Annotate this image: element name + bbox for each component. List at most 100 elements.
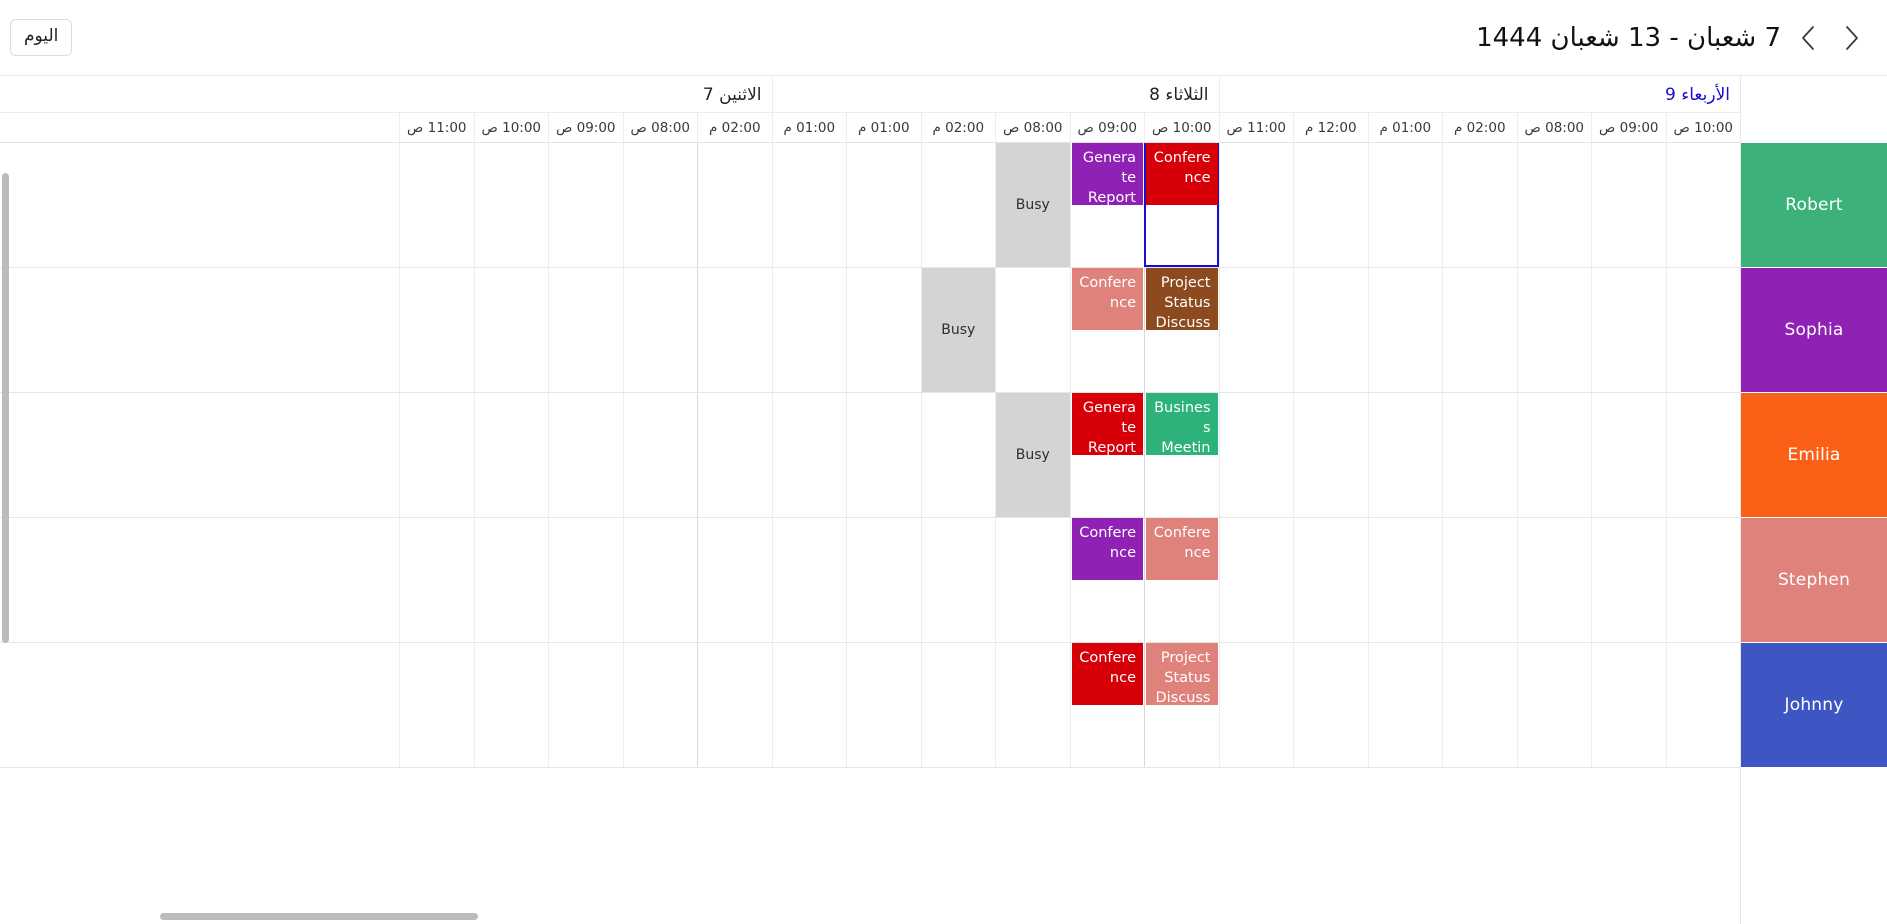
- time-cell[interactable]: [1218, 143, 1294, 267]
- time-cell[interactable]: [697, 268, 772, 392]
- time-cell[interactable]: [1367, 393, 1443, 517]
- today-button[interactable]: اليوم: [10, 19, 73, 56]
- time-cell[interactable]: [1516, 643, 1592, 767]
- day-header[interactable]: الاثنين 7: [325, 76, 772, 113]
- calendar-event[interactable]: Conference: [1071, 643, 1143, 705]
- time-cell[interactable]: [473, 643, 549, 767]
- time-cell[interactable]: [1293, 393, 1368, 517]
- time-slot-header[interactable]: 09:00 ص: [548, 113, 623, 143]
- calendar-event[interactable]: Conference: [1071, 518, 1143, 580]
- time-cell[interactable]: [1442, 143, 1517, 267]
- time-cell[interactable]: Conference: [1144, 518, 1219, 642]
- time-slot-header[interactable]: 12:00 م: [1293, 113, 1368, 143]
- time-cell[interactable]: [771, 143, 847, 267]
- time-cell[interactable]: [399, 268, 474, 392]
- time-cell[interactable]: [697, 393, 772, 517]
- time-cell[interactable]: [473, 393, 549, 517]
- day-header[interactable]: الأربعاء 9: [1218, 76, 1741, 113]
- time-cell[interactable]: [1218, 393, 1294, 517]
- time-cell[interactable]: [920, 518, 996, 642]
- calendar-event[interactable]: Business Meeting: [1146, 393, 1218, 455]
- time-cell[interactable]: [1293, 643, 1368, 767]
- time-cell[interactable]: [920, 643, 996, 767]
- time-slot-header[interactable]: 11:00 ص: [1218, 113, 1294, 143]
- time-cell[interactable]: [1665, 393, 1741, 517]
- time-cell[interactable]: [1591, 518, 1666, 642]
- time-cell[interactable]: [548, 143, 623, 267]
- day-header[interactable]: الثلاثاء 8: [771, 76, 1219, 113]
- time-cell[interactable]: Generate Report: [1069, 143, 1145, 267]
- time-cell[interactable]: [622, 268, 698, 392]
- time-cell[interactable]: [399, 143, 474, 267]
- time-cell[interactable]: [548, 393, 623, 517]
- calendar-event[interactable]: Conference: [1071, 268, 1143, 330]
- time-cell[interactable]: [1665, 518, 1741, 642]
- time-cell[interactable]: [771, 393, 847, 517]
- time-cell[interactable]: [1516, 393, 1592, 517]
- time-cell[interactable]: [920, 393, 996, 517]
- time-slot-header[interactable]: 02:00 م: [920, 113, 996, 143]
- time-slot-header[interactable]: 10:00 ص: [473, 113, 549, 143]
- resource-cell[interactable]: Sophia: [1741, 268, 1887, 393]
- time-cell[interactable]: Project Status Discussion: [1144, 643, 1219, 767]
- time-slot-header[interactable]: 01:00 م: [1367, 113, 1443, 143]
- time-cell[interactable]: [697, 518, 772, 642]
- time-cell[interactable]: [846, 393, 921, 517]
- time-cell[interactable]: Conference: [1069, 518, 1145, 642]
- time-cell[interactable]: [622, 643, 698, 767]
- time-cell[interactable]: [771, 643, 847, 767]
- time-cell[interactable]: [1516, 143, 1592, 267]
- time-cell[interactable]: [1218, 518, 1294, 642]
- time-cell[interactable]: [1442, 518, 1517, 642]
- time-slot-header[interactable]: 08:00 ص: [1516, 113, 1592, 143]
- time-slot-header[interactable]: 08:00 ص: [995, 113, 1070, 143]
- time-slot-header[interactable]: 08:00 ص: [622, 113, 698, 143]
- time-cell[interactable]: [1665, 643, 1741, 767]
- calendar-event[interactable]: Generate Report: [1071, 143, 1143, 205]
- time-cell[interactable]: [995, 518, 1070, 642]
- time-cell[interactable]: [473, 268, 549, 392]
- time-cell[interactable]: Busy: [995, 143, 1070, 267]
- time-cell[interactable]: [1367, 268, 1443, 392]
- resource-cell[interactable]: Stephen: [1741, 518, 1887, 643]
- time-cell[interactable]: [697, 643, 772, 767]
- time-cell[interactable]: [548, 643, 623, 767]
- time-cell[interactable]: [622, 393, 698, 517]
- calendar-event[interactable]: Generate Report: [1071, 393, 1143, 455]
- time-cell[interactable]: [846, 268, 921, 392]
- calendar-event[interactable]: Project Status Discussion: [1146, 268, 1218, 330]
- time-cell[interactable]: [399, 393, 474, 517]
- time-cell[interactable]: [473, 518, 549, 642]
- time-cell[interactable]: [771, 268, 847, 392]
- time-slot-header[interactable]: 09:00 ص: [1069, 113, 1145, 143]
- time-cell[interactable]: [473, 143, 549, 267]
- time-cell[interactable]: Project Status Discussion: [1144, 268, 1219, 392]
- time-cell[interactable]: [995, 268, 1070, 392]
- vertical-scrollbar-thumb[interactable]: [2, 173, 9, 643]
- time-cell[interactable]: Business Meeting: [1144, 393, 1219, 517]
- time-cell[interactable]: [399, 643, 474, 767]
- time-slot-header[interactable]: 10:00 ص: [1665, 113, 1741, 143]
- prev-period-button[interactable]: [1791, 21, 1825, 55]
- time-cell[interactable]: Conference: [1069, 643, 1145, 767]
- time-cell[interactable]: [846, 143, 921, 267]
- time-cell[interactable]: [995, 643, 1070, 767]
- time-cell[interactable]: [622, 518, 698, 642]
- time-cell[interactable]: [1218, 643, 1294, 767]
- vertical-scrollbar[interactable]: [2, 143, 11, 924]
- time-slot-header[interactable]: 01:00 م: [771, 113, 847, 143]
- time-slot-header[interactable]: 09:00 ص: [1591, 113, 1666, 143]
- time-cell[interactable]: [771, 518, 847, 642]
- time-cell[interactable]: [846, 643, 921, 767]
- time-slot-header[interactable]: 10:00 ص: [1144, 113, 1219, 143]
- time-cell[interactable]: [1516, 268, 1592, 392]
- time-cell[interactable]: [1218, 268, 1294, 392]
- time-cell[interactable]: [1591, 143, 1666, 267]
- time-cell[interactable]: [1591, 268, 1666, 392]
- calendar-event[interactable]: Project Status Discussion: [1146, 643, 1218, 705]
- calendar-event[interactable]: Conference: [1146, 143, 1218, 205]
- horizontal-scrollbar[interactable]: [160, 913, 1367, 922]
- time-cell[interactable]: [697, 143, 772, 267]
- time-cell[interactable]: [548, 268, 623, 392]
- time-cell[interactable]: [1442, 393, 1517, 517]
